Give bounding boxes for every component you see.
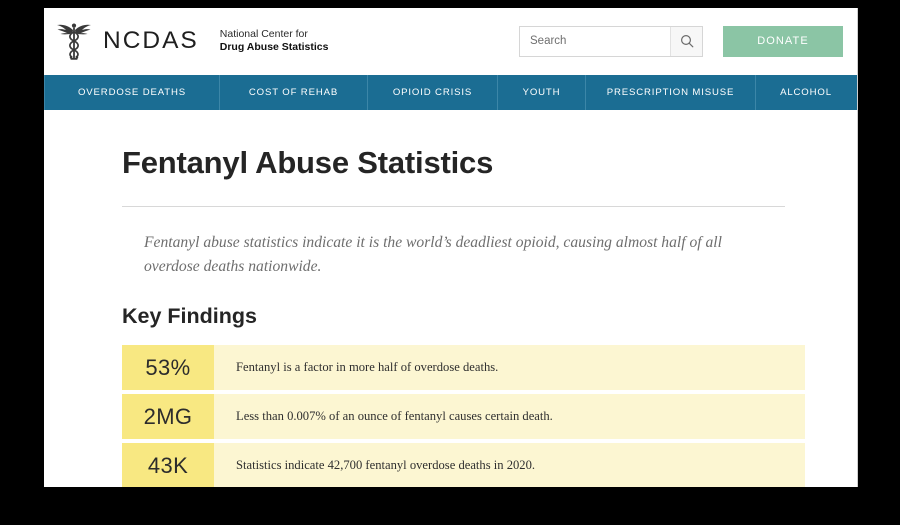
finding-description: Fentanyl is a factor in more half of ove… [236, 360, 499, 375]
search-box[interactable] [519, 25, 703, 57]
finding-stat-value: 53% [122, 345, 214, 391]
nav-item-overdose-deaths[interactable]: OVERDOSE DEATHS [44, 75, 220, 110]
brand-tagline-line2: Drug Abuse Statistics [219, 41, 329, 53]
main-content: Fentanyl Abuse Statistics Fentanyl abuse… [44, 110, 857, 487]
list-item: 53% Fentanyl is a factor in more half of… [122, 345, 805, 391]
nav-item-prescription-misuse[interactable]: PRESCRIPTION MISUSE [586, 75, 756, 110]
nav-item-youth[interactable]: YOUTH [498, 75, 586, 110]
nav-item-opioid-crisis[interactable]: OPIOID CRISIS [368, 75, 498, 110]
search-input[interactable] [520, 26, 670, 56]
nav-item-cost-of-rehab[interactable]: COST OF REHAB [220, 75, 368, 110]
brand-acronym: NCDAS [103, 26, 199, 54]
list-item: 2MG Less than 0.007% of an ounce of fent… [122, 394, 805, 440]
brand-tagline-line1: National Center for [219, 27, 308, 40]
caduceus-icon [56, 21, 92, 61]
screenshot-viewport: NCDAS National Center for Drug Abuse Sta… [0, 0, 900, 525]
donate-button[interactable]: DONATE [723, 25, 843, 57]
list-item: 43K Statistics indicate 42,700 fentanyl … [122, 443, 805, 487]
nav-item-alcohol[interactable]: ALCOHOL [756, 75, 856, 110]
site-logo[interactable]: NCDAS National Center for Drug Abuse Sta… [56, 21, 328, 61]
search-submit-button[interactable] [670, 26, 702, 56]
finding-description: Less than 0.007% of an ounce of fentanyl… [236, 409, 553, 424]
finding-stat-value: 2MG [122, 394, 214, 440]
title-divider [122, 206, 785, 208]
key-findings-list: 53% Fentanyl is a factor in more half of… [122, 345, 805, 487]
site-header: NCDAS National Center for Drug Abuse Sta… [44, 8, 857, 74]
search-icon [680, 34, 694, 48]
main-navigation: OVERDOSE DEATHS COST OF REHAB OPIOID CRI… [44, 74, 857, 110]
page-title: Fentanyl Abuse Statistics [122, 145, 494, 180]
header-actions: DONATE [519, 25, 843, 57]
finding-description: Statistics indicate 42,700 fentanyl over… [236, 458, 536, 473]
intro-paragraph: Fentanyl abuse statistics indicate it is… [144, 234, 722, 275]
webpage-canvas: NCDAS National Center for Drug Abuse Sta… [44, 8, 858, 487]
brand-tagline: National Center for Drug Abuse Statistic… [220, 28, 329, 55]
key-findings-heading: Key Findings [122, 304, 257, 329]
finding-stat-value: 43K [122, 443, 214, 487]
